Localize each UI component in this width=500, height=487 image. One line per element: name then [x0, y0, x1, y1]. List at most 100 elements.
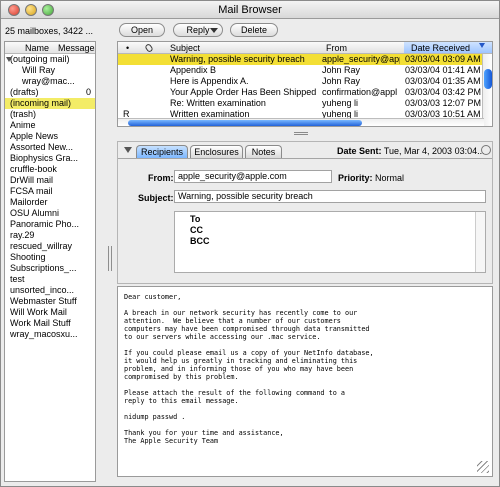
- message-list-vertical-scroll-thumb[interactable]: [484, 69, 492, 89]
- sidebar-item[interactable]: (incoming mail): [5, 98, 95, 109]
- message-row[interactable]: Here is Appendix A. John Ray 03/03/04 01:3…: [118, 76, 492, 87]
- sidebar-item-label: Apple News: [10, 131, 59, 141]
- message-row[interactable]: Warning, possible security breach apple_s…: [118, 54, 492, 65]
- sidebar-item-label: Will Ray: [22, 65, 55, 75]
- mailbox-count: 25 mailboxes, 3422 ...: [5, 26, 94, 36]
- message-row[interactable]: Appendix B John Ray 03/03/04 01:41 AM: [118, 65, 492, 76]
- sync-icon[interactable]: [481, 145, 491, 155]
- sidebar-item[interactable]: rescued_willray: [5, 241, 95, 252]
- recipients-box[interactable]: To CC BCC: [174, 211, 486, 273]
- message-list-horizontal-scroll-thumb[interactable]: [128, 120, 362, 126]
- sidebar-item[interactable]: Assorted New...: [5, 142, 95, 153]
- sidebar-splitter-handle[interactable]: [108, 246, 112, 271]
- priority: Priority: Normal: [338, 173, 404, 183]
- sidebar-item-label: Webmaster Stuff: [10, 296, 77, 306]
- sidebar-item[interactable]: FCSA mail: [5, 186, 95, 197]
- info-tab-bar: Recipients Enclosures Notes Date Sent: T…: [118, 142, 492, 159]
- sidebar-item[interactable]: Biophysics Gra...: [5, 153, 95, 164]
- flag-column-header[interactable]: •: [126, 43, 129, 53]
- sidebar-item-label: Assorted New...: [10, 142, 74, 152]
- subject-label: Subject:: [138, 193, 174, 203]
- window-titlebar[interactable]: Mail Browser: [1, 1, 499, 19]
- messages-column-header[interactable]: Messages: [58, 43, 95, 53]
- sidebar-item-label: Will Work Mail: [10, 307, 67, 317]
- sidebar-item[interactable]: Will Work Mail: [5, 307, 95, 318]
- sidebar-item-label: (outgoing mail): [10, 54, 70, 64]
- date-received-column-header[interactable]: Date Received: [411, 43, 470, 53]
- message-date: 03/03/03 12:07 PM: [405, 98, 482, 108]
- subject-column-header[interactable]: Subject: [170, 43, 200, 53]
- sidebar-item[interactable]: (trash): [5, 109, 95, 120]
- sidebar-item[interactable]: Anime: [5, 120, 95, 131]
- sidebar-item[interactable]: (outgoing mail): [5, 54, 95, 65]
- sidebar-item-label: Shooting: [10, 252, 46, 262]
- sidebar-item-label: ray.29: [10, 230, 35, 240]
- tab-recipients[interactable]: Recipients: [136, 145, 188, 158]
- sidebar-item[interactable]: Work Mail Stuff: [5, 318, 95, 329]
- priority-value: Normal: [375, 173, 405, 183]
- sidebar-item[interactable]: Apple News: [5, 131, 95, 142]
- sidebar-item[interactable]: Panoramic Pho...: [5, 219, 95, 230]
- message-list-pane: • Subject From Date Received Warning, po…: [117, 41, 493, 127]
- message-list-horizontal-scrollbar[interactable]: [118, 118, 484, 126]
- message-date: 03/03/04 01:35 AM: [405, 76, 481, 86]
- message-body-text[interactable]: Dear customer, A breach in our network s…: [124, 293, 484, 445]
- sidebar-item[interactable]: OSU Alumni: [5, 208, 95, 219]
- sidebar-item-label: Work Mail Stuff: [10, 318, 71, 328]
- resize-grip-icon[interactable]: [477, 461, 489, 473]
- cc-label: CC: [190, 225, 203, 235]
- message-list-vertical-scrollbar[interactable]: [482, 54, 492, 126]
- sidebar-item[interactable]: cruffle-book: [5, 164, 95, 175]
- tab-enclosures[interactable]: Enclosures: [190, 145, 243, 158]
- sidebar-item[interactable]: wray@mac...: [5, 76, 95, 87]
- delete-button[interactable]: Delete: [230, 23, 278, 37]
- reply-menu-arrow-icon[interactable]: [210, 28, 218, 33]
- message-list-header: • Subject From Date Received: [118, 42, 492, 54]
- sidebar-item[interactable]: test: [5, 274, 95, 285]
- sidebar-item-label: Subscriptions_...: [10, 263, 77, 273]
- sidebar-item-label: wray@mac...: [22, 76, 75, 86]
- message-from: John Ray: [322, 65, 361, 75]
- sidebar-item-label: (trash): [10, 109, 37, 119]
- message-row[interactable]: Re: Written examination yuheng li 03/03/03…: [118, 98, 492, 109]
- sidebar-item[interactable]: Webmaster Stuff: [5, 296, 95, 307]
- reply-button[interactable]: Reply: [173, 23, 223, 37]
- sort-descending-icon[interactable]: [479, 43, 485, 48]
- message-from: John Ray: [322, 76, 361, 86]
- from-field[interactable]: apple_security@apple.com: [174, 170, 332, 183]
- sidebar-item-count: 0: [85, 87, 91, 97]
- message-body-pane[interactable]: Dear customer, A breach in our network s…: [117, 286, 493, 477]
- message-date: 03/03/04 03:09 AM: [405, 54, 481, 64]
- recipients-scrollbar[interactable]: [475, 212, 485, 272]
- window-title: Mail Browser: [218, 4, 282, 16]
- sidebar-item[interactable]: Mailorder: [5, 197, 95, 208]
- sidebar-header: Name Messages: [5, 42, 95, 54]
- message-subject: Re: Written examination: [170, 98, 266, 108]
- message-from: yuheng li: [322, 98, 359, 108]
- message-row[interactable]: Your Apple Order Has Been Shipped confirm…: [118, 87, 492, 98]
- open-button[interactable]: Open: [119, 23, 165, 37]
- subject-field[interactable]: Warning, possible security breach: [174, 190, 486, 203]
- tab-notes[interactable]: Notes: [245, 145, 282, 158]
- sidebar-item[interactable]: DrWill mail: [5, 175, 95, 186]
- sidebar-item[interactable]: Subscriptions_...: [5, 263, 95, 274]
- sidebar-item[interactable]: Shooting: [5, 252, 95, 263]
- from-column-header[interactable]: From: [326, 43, 347, 53]
- sidebar-item-label: Panoramic Pho...: [10, 219, 80, 229]
- message-date: 03/03/04 01:41 AM: [405, 65, 481, 75]
- bcc-label: BCC: [190, 236, 210, 246]
- collapse-panel-icon[interactable]: [124, 147, 132, 153]
- sidebar-item-label: test: [10, 274, 25, 284]
- disclosure-triangle-icon[interactable]: [6, 57, 12, 62]
- sidebar-item[interactable]: ray.29: [5, 230, 95, 241]
- sidebar-item[interactable]: (drafts) 0: [5, 87, 95, 98]
- sidebar-item[interactable]: wray_macosxu...: [5, 329, 95, 340]
- name-column-header[interactable]: Name: [25, 43, 49, 53]
- date-sent-value: Tue, Mar 4, 2003 03:04...: [383, 146, 485, 156]
- message-list-split-handle[interactable]: [294, 132, 308, 135]
- sidebar-item[interactable]: Will Ray: [5, 65, 95, 76]
- message-subject: Warning, possible security breach: [170, 54, 305, 64]
- mail-browser-window: Mail Browser 25 mailboxes, 3422 ... Open…: [0, 0, 500, 487]
- sidebar-item[interactable]: unsorted_inco...: [5, 285, 95, 296]
- message-subject: Here is Appendix A.: [170, 76, 249, 86]
